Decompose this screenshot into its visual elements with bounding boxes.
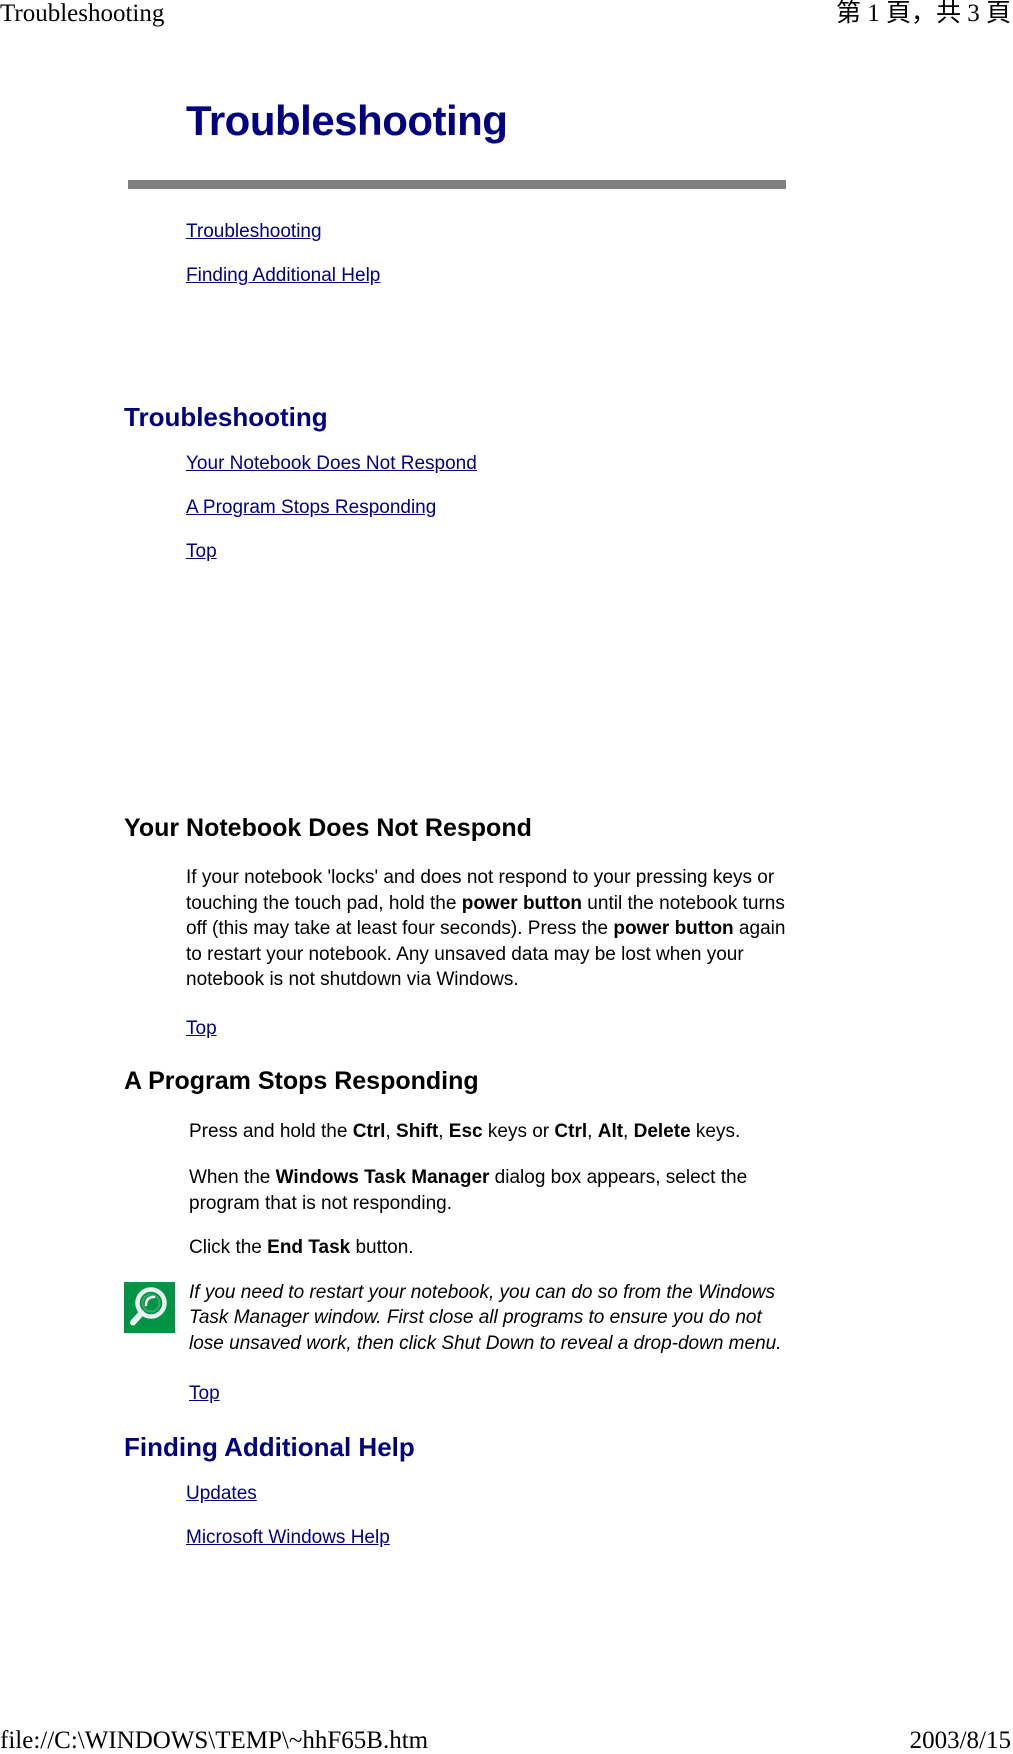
link-updates[interactable]: Updates [186, 1483, 257, 1504]
list-item: A Program Stops Responding [186, 497, 1013, 541]
section-heading-troubleshooting: Troubleshooting [124, 402, 328, 432]
step-3: Click the End Task button. [189, 1237, 414, 1258]
list-item: Updates [186, 1483, 1013, 1527]
step-1: Press and hold the Ctrl, Shift, Esc keys… [189, 1120, 741, 1142]
link-a-program-stops-responding[interactable]: A Program Stops Responding [186, 497, 436, 518]
print-footer-filepath: file://C:\WINDOWS\TEMP\~hhF65B.htm [0, 1727, 429, 1754]
section-heading-a-program-stops-responding: A Program Stops Responding [124, 1066, 479, 1095]
magnifier-note-icon [124, 1281, 175, 1333]
list-item: Top [186, 541, 1013, 585]
section-heading-finding-additional-help: Finding Additional Help [124, 1432, 415, 1462]
toc-item: Troubleshooting [186, 221, 1013, 265]
note-block: If you need to restart your notebook, yo… [124, 1280, 804, 1357]
top-link-row: Top [189, 1383, 1013, 1405]
list-item: Microsoft Windows Help [186, 1527, 1013, 1571]
horizontal-rule [128, 180, 786, 189]
page-title: Troubleshooting [186, 97, 508, 144]
print-header: Troubleshooting 第 1 頁，共 3 頁 [0, 0, 1013, 30]
paragraph-notebook-not-respond: If your notebook 'locks' and does not re… [186, 867, 786, 990]
top-link-row: Top [186, 1018, 1013, 1040]
link-top-3[interactable]: Top [189, 1383, 220, 1404]
print-header-pagination: 第 1 頁，共 3 頁 [835, 0, 1011, 27]
section-links-finding-additional-help: Updates Microsoft Windows Help [0, 1483, 1013, 1571]
table-of-contents: Troubleshooting Finding Additional Help [0, 221, 1013, 309]
document-body: Troubleshooting Troubleshooting Finding … [0, 95, 1013, 1571]
section-links-troubleshooting: Your Notebook Does Not Respond A Program… [0, 453, 1013, 585]
toc-link-finding-additional-help[interactable]: Finding Additional Help [186, 265, 380, 286]
link-top-2[interactable]: Top [186, 1018, 217, 1039]
toc-link-troubleshooting[interactable]: Troubleshooting [186, 221, 322, 242]
list-item: Your Notebook Does Not Respond [186, 453, 1013, 497]
print-header-title: Troubleshooting [0, 0, 165, 27]
toc-item: Finding Additional Help [186, 265, 1013, 309]
link-top-1[interactable]: Top [186, 541, 217, 562]
note-text: If you need to restart your notebook, yo… [189, 1281, 782, 1354]
print-footer-date: 2003/8/15 [909, 1727, 1011, 1754]
link-microsoft-windows-help[interactable]: Microsoft Windows Help [186, 1527, 390, 1548]
link-your-notebook-does-not-respond[interactable]: Your Notebook Does Not Respond [186, 453, 477, 474]
section-heading-your-notebook-does-not-respond: Your Notebook Does Not Respond [124, 814, 532, 842]
print-footer: file://C:\WINDOWS\TEMP\~hhF65B.htm 2003/… [0, 1724, 1013, 1754]
step-2: When the Windows Task Manager dialog box… [189, 1167, 748, 1214]
